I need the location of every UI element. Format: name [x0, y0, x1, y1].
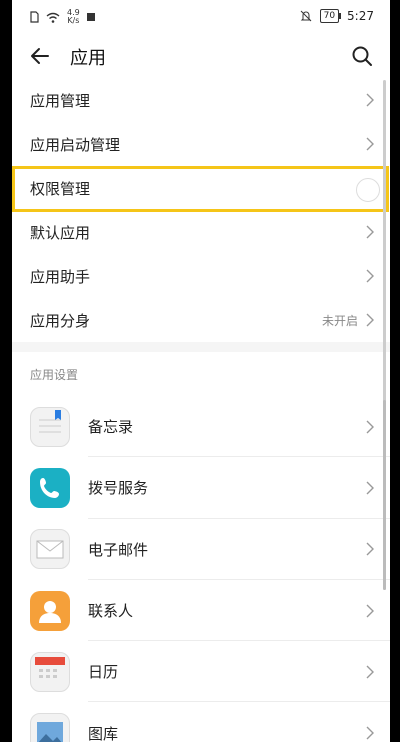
scrollbar-thumb[interactable] [383, 400, 386, 590]
settings-item-label: 默认应用 [30, 223, 91, 242]
settings-item-label: 应用助手 [30, 267, 91, 286]
settings-item-label: 应用分身 [30, 311, 91, 330]
notification-square-icon [86, 13, 95, 21]
settings-card: 应用管理 应用启动管理 权限管理 默认应用 应用助手 应用分身 未开启 [12, 78, 390, 342]
contacts-icon [30, 590, 70, 631]
status-bar: 4.9 K/s 70 5:27 [12, 0, 390, 34]
chevron-right-icon [366, 93, 374, 107]
chevron-right-icon [366, 665, 374, 679]
chevron-right-icon [366, 481, 374, 495]
chevron-right-icon [366, 269, 374, 283]
app-item-email[interactable]: 电子邮件 [12, 519, 390, 580]
app-item-label: 图库 [88, 724, 119, 742]
app-twin-status: 未开启 [321, 313, 358, 328]
app-item-notes[interactable]: 备忘录 [12, 396, 390, 458]
app-item-gallery[interactable]: 图库 [12, 702, 390, 742]
back-arrow-icon[interactable] [28, 44, 52, 68]
app-item-label: 日历 [88, 663, 119, 682]
mail-icon [30, 529, 70, 570]
search-icon[interactable] [350, 44, 374, 68]
chevron-right-icon [366, 604, 374, 618]
battery-indicator: 70 [319, 9, 342, 23]
mute-icon [300, 10, 311, 22]
wifi-icon [46, 12, 60, 23]
app-item-contacts[interactable]: 联系人 [12, 580, 390, 642]
clock: 5:27 [347, 9, 374, 23]
chevron-right-icon [366, 225, 374, 239]
app-item-label: 备忘录 [88, 418, 134, 437]
gallery-icon [30, 713, 70, 742]
settings-item-permission-management[interactable]: 权限管理 [12, 166, 390, 210]
network-speed: 4.9 K/s [67, 9, 80, 25]
screen: 4.9 K/s 70 5:27 应用 应用管理 应用启动管理 权限管理 默认应用… [12, 0, 390, 742]
phone-icon [30, 467, 70, 508]
chevron-right-icon [366, 542, 374, 556]
settings-item-app-twin[interactable]: 应用分身 未开启 [12, 298, 390, 342]
settings-item-label: 应用启动管理 [30, 135, 121, 154]
settings-item-startup-management[interactable]: 应用启动管理 [12, 122, 390, 166]
settings-item-default-apps[interactable]: 默认应用 [12, 210, 390, 254]
app-item-label: 电子邮件 [88, 540, 149, 559]
notes-icon [30, 406, 70, 447]
chevron-right-icon [366, 137, 374, 151]
page-title: 应用 [70, 48, 106, 69]
settings-item-app-management[interactable]: 应用管理 [12, 78, 390, 122]
app-item-label: 联系人 [88, 602, 134, 621]
chevron-right-icon [366, 420, 374, 434]
app-settings-card: 备忘录 拨号服务 电子邮件 联系人 日历 图库 [12, 352, 390, 742]
network-speed-unit: K/s [67, 16, 80, 25]
chevron-right-icon [366, 181, 374, 195]
status-left: 4.9 K/s [30, 9, 95, 25]
sim-icon [30, 11, 39, 23]
app-item-label: 拨号服务 [88, 479, 149, 498]
chevron-right-icon [366, 726, 374, 740]
app-item-calendar[interactable]: 日历 [12, 641, 390, 703]
app-item-dialer[interactable]: 拨号服务 [12, 457, 390, 519]
settings-item-label: 应用管理 [30, 91, 91, 110]
calendar-icon [30, 651, 70, 692]
app-header: 应用 [12, 34, 390, 78]
settings-item-app-assistant[interactable]: 应用助手 [12, 254, 390, 298]
settings-item-label: 权限管理 [30, 179, 91, 198]
chevron-right-icon [366, 313, 374, 327]
section-title: 应用设置 [30, 368, 79, 382]
status-right: 70 5:27 [300, 9, 374, 23]
